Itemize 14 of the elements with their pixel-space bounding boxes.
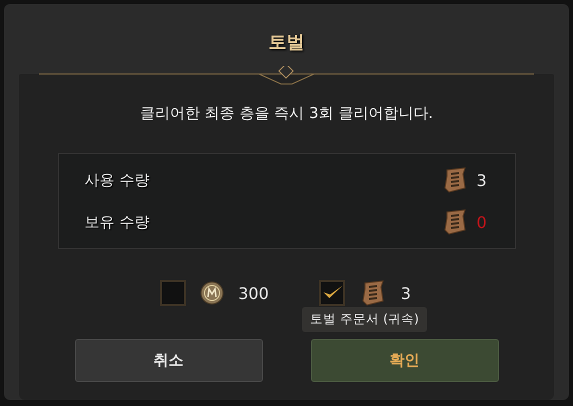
checkbox[interactable] xyxy=(318,280,345,306)
dialog-title: 토벌 xyxy=(268,31,304,54)
cost-amount: 300 xyxy=(238,284,269,302)
quantity-value: 0 xyxy=(476,212,488,232)
cancel-button[interactable]: 취소 xyxy=(74,339,262,382)
cost-amount: 3 xyxy=(400,284,412,302)
quantity-label: 사용 수량 xyxy=(84,170,150,190)
tooltip: 토벌 주문서 (귀속) xyxy=(302,307,427,332)
checkbox[interactable] xyxy=(160,280,186,306)
description-text: 클리어한 최종 층을 즉시 3회 클리어합니다. xyxy=(140,104,434,123)
confirm-button[interactable]: 확인 xyxy=(310,339,498,382)
quantity-label: 보유 수량 xyxy=(84,212,150,232)
quantity-value: 3 xyxy=(476,170,488,190)
coin-icon xyxy=(200,281,224,305)
